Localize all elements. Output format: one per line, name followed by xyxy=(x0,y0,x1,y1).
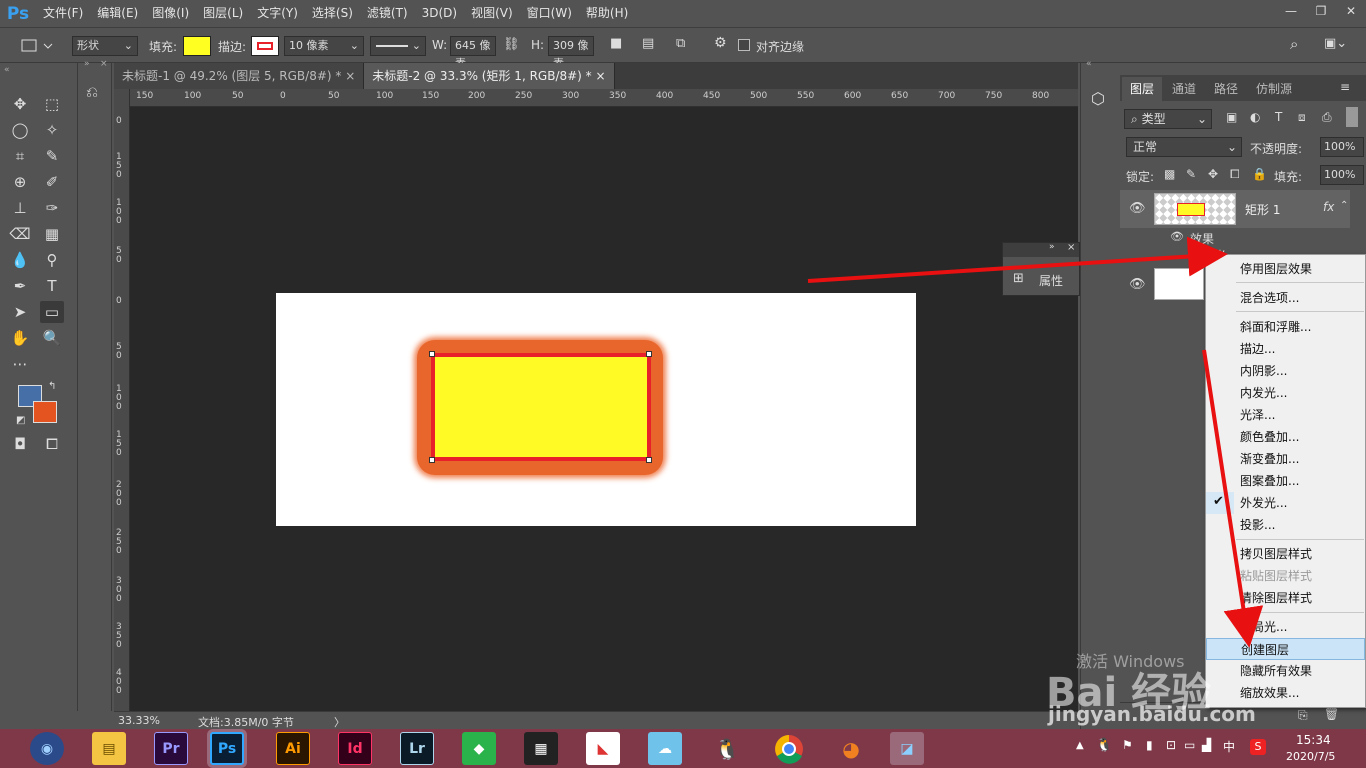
lightroom-icon[interactable]: Lr xyxy=(400,732,434,765)
tray-folder-icon[interactable]: ▭ xyxy=(1184,738,1195,752)
tray-qq-icon[interactable]: 🐧 xyxy=(1096,738,1112,753)
tray-battery-icon[interactable]: ▮ xyxy=(1146,738,1153,752)
qq-icon[interactable]: 🐧 xyxy=(710,732,744,765)
bird-app-icon[interactable]: ◕ xyxy=(834,732,868,765)
premiere-icon[interactable]: Pr xyxy=(154,732,188,765)
tray-expand-icon[interactable]: ▲ xyxy=(1076,740,1084,751)
baidu-url: jingyan.baidu.com xyxy=(1048,702,1256,726)
blue-app-icon[interactable]: ☁ xyxy=(648,732,682,765)
video-editor-icon[interactable]: ▦ xyxy=(524,732,558,765)
photoshop-taskbar-icon[interactable]: Ps xyxy=(210,732,244,765)
watermark: 激活 Windows Bai 经验 jingyan.baidu.com xyxy=(1040,620,1360,730)
green-app-icon[interactable]: ◆ xyxy=(462,732,496,765)
illustrator-icon[interactable]: Ai xyxy=(276,732,310,765)
file-explorer-icon[interactable]: ▤ xyxy=(92,732,126,765)
clock-time[interactable]: 15:34 xyxy=(1296,733,1331,747)
sogou-ime-icon[interactable]: S xyxy=(1250,739,1266,755)
tray-flag-icon[interactable]: ⚑ xyxy=(1122,738,1133,752)
chrome-icon[interactable] xyxy=(772,732,806,765)
chrome-logo xyxy=(775,734,803,764)
arrow-to-create-layer xyxy=(1202,349,1264,648)
red-app-icon[interactable]: ◣ xyxy=(586,732,620,765)
tray-signal-icon[interactable]: ▟ xyxy=(1202,738,1211,752)
browser-app-icon[interactable]: ◉ xyxy=(30,732,64,765)
indesign-icon[interactable]: Id xyxy=(338,732,372,765)
clock-date[interactable]: 2020/7/5 xyxy=(1286,750,1335,763)
taskbar: ◉ ▤ Pr Ps Ai Id Lr ◆ ▦ ◣ ☁ 🐧 ◕ ◪ ▲ 🐧 ⚑ ▮… xyxy=(0,729,1366,768)
arrow-to-effects xyxy=(807,236,1228,283)
tray-network-icon[interactable]: ⊡ xyxy=(1166,738,1176,752)
ime-indicator[interactable]: 中 xyxy=(1223,738,1235,755)
notes-app-icon[interactable]: ◪ xyxy=(890,732,924,765)
